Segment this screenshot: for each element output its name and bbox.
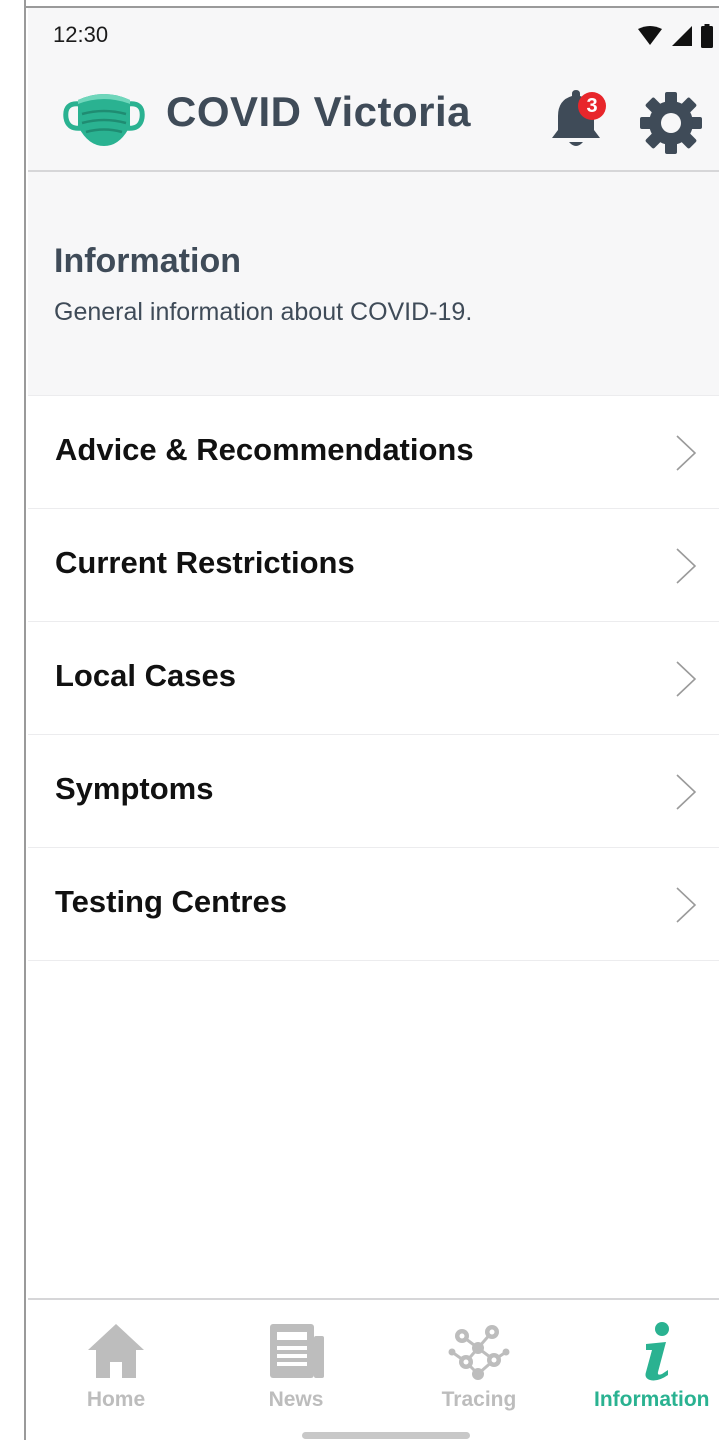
nav-label-home: Home bbox=[86, 1388, 146, 1411]
app-page: 12:30 COVID Victoria 3 Information Gener… bbox=[0, 0, 719, 1440]
bottom-navigation-bar: Home News Tracing Information bbox=[28, 1298, 719, 1440]
face-mask-logo-icon bbox=[63, 94, 145, 146]
information-menu-list: Advice & Recommendations Current Restric… bbox=[28, 396, 719, 961]
nav-label-tracing: Tracing bbox=[441, 1388, 517, 1411]
section-header: Information General information about CO… bbox=[28, 172, 719, 396]
tracing-icon bbox=[448, 1325, 510, 1380]
cellular-signal-icon bbox=[672, 26, 692, 46]
nav-tab-information[interactable]: Information bbox=[594, 1300, 719, 1440]
wifi-icon bbox=[638, 26, 662, 45]
home-icon bbox=[88, 1324, 144, 1378]
section-subtitle: General information about COVID-19. bbox=[54, 298, 473, 326]
chevron-right-icon bbox=[676, 661, 697, 697]
status-time: 12:30 bbox=[53, 22, 109, 47]
menu-item-label: Symptoms bbox=[55, 771, 214, 806]
nav-tab-news[interactable]: News bbox=[246, 1300, 346, 1440]
menu-item-symptoms[interactable]: Symptoms bbox=[28, 735, 719, 848]
menu-item-label: Testing Centres bbox=[55, 884, 287, 919]
settings-gear-icon[interactable] bbox=[638, 90, 704, 156]
app-header: COVID Victoria 3 bbox=[28, 66, 719, 172]
menu-item-testing-centres[interactable]: Testing Centres bbox=[28, 848, 719, 961]
status-bar: 12:30 bbox=[28, 8, 719, 66]
chevron-right-icon bbox=[676, 548, 697, 584]
nav-label-news: News bbox=[268, 1388, 324, 1411]
menu-item-label: Advice & Recommendations bbox=[55, 432, 474, 467]
chevron-right-icon bbox=[676, 435, 697, 471]
nav-label-information: Information bbox=[594, 1388, 710, 1411]
notification-count-badge: 3 bbox=[578, 92, 606, 120]
menu-item-advice-recommendations[interactable]: Advice & Recommendations bbox=[28, 396, 719, 509]
device-frame-left bbox=[0, 0, 26, 1440]
chevron-right-icon bbox=[676, 774, 697, 810]
status-icons bbox=[637, 24, 713, 48]
app-title: COVID Victoria bbox=[166, 88, 471, 135]
phone-screen: 12:30 COVID Victoria 3 Information Gener… bbox=[28, 8, 719, 1440]
battery-icon bbox=[701, 24, 713, 48]
menu-item-local-cases[interactable]: Local Cases bbox=[28, 622, 719, 735]
nav-tab-tracing[interactable]: Tracing bbox=[424, 1300, 534, 1440]
news-icon bbox=[270, 1324, 324, 1378]
home-indicator-bar[interactable] bbox=[302, 1432, 470, 1439]
menu-item-label: Current Restrictions bbox=[55, 545, 355, 580]
info-icon bbox=[645, 1322, 669, 1381]
nav-tab-home[interactable]: Home bbox=[66, 1300, 166, 1440]
menu-item-label: Local Cases bbox=[55, 658, 236, 693]
device-frame-top bbox=[26, 0, 719, 8]
menu-item-current-restrictions[interactable]: Current Restrictions bbox=[28, 509, 719, 622]
section-title: Information bbox=[54, 242, 241, 280]
chevron-right-icon bbox=[676, 887, 697, 923]
